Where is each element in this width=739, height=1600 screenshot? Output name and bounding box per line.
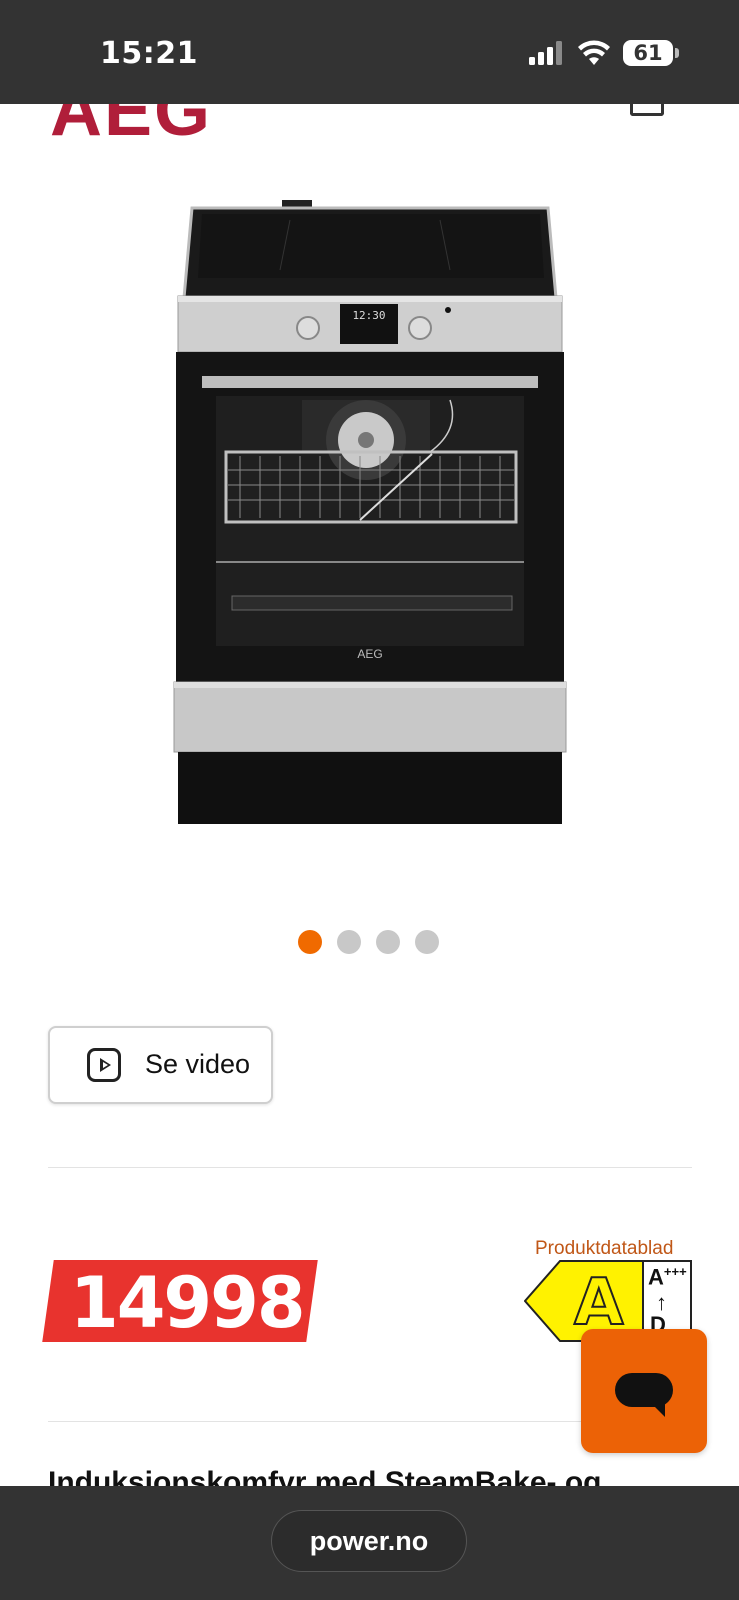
battery-icon: 61 — [623, 40, 679, 66]
carousel-dot-2[interactable] — [337, 930, 361, 954]
carousel-dot-1[interactable] — [298, 930, 322, 954]
wifi-icon — [578, 40, 610, 65]
product-datasheet-link[interactable]: Produktdatablad — [535, 1238, 673, 1260]
play-icon — [87, 1048, 121, 1082]
browser-bottom-bar: power.no — [0, 1486, 739, 1600]
cellular-signal-icon — [529, 41, 562, 65]
carousel-dot-4[interactable] — [415, 930, 439, 954]
chat-button[interactable] — [581, 1329, 707, 1453]
oven-display: 12:30 — [352, 309, 385, 322]
energy-scale-top: A+++ — [648, 1264, 687, 1290]
watch-video-label: Se video — [145, 1049, 251, 1079]
watch-video-button[interactable]: Se video — [48, 1026, 273, 1104]
chat-icon — [615, 1373, 673, 1407]
section-divider — [48, 1167, 692, 1168]
url-bar[interactable]: power.no — [271, 1510, 467, 1572]
carousel-dot-3[interactable] — [376, 930, 400, 954]
status-icons: 61 — [529, 40, 679, 66]
product-image[interactable]: 12:30 AEG — [170, 200, 570, 840]
carousel-dots — [298, 930, 439, 954]
price-value: 14998 — [70, 1262, 306, 1344]
status-time: 15:21 — [100, 36, 198, 71]
product-page: AEG 15:21 61 12:30 AEG Se video 14998 Pr… — [0, 0, 739, 1600]
chat-icon-tail — [651, 1403, 665, 1417]
oven-brand-text: AEG — [357, 647, 382, 661]
status-bar: 15:21 61 — [0, 0, 739, 104]
